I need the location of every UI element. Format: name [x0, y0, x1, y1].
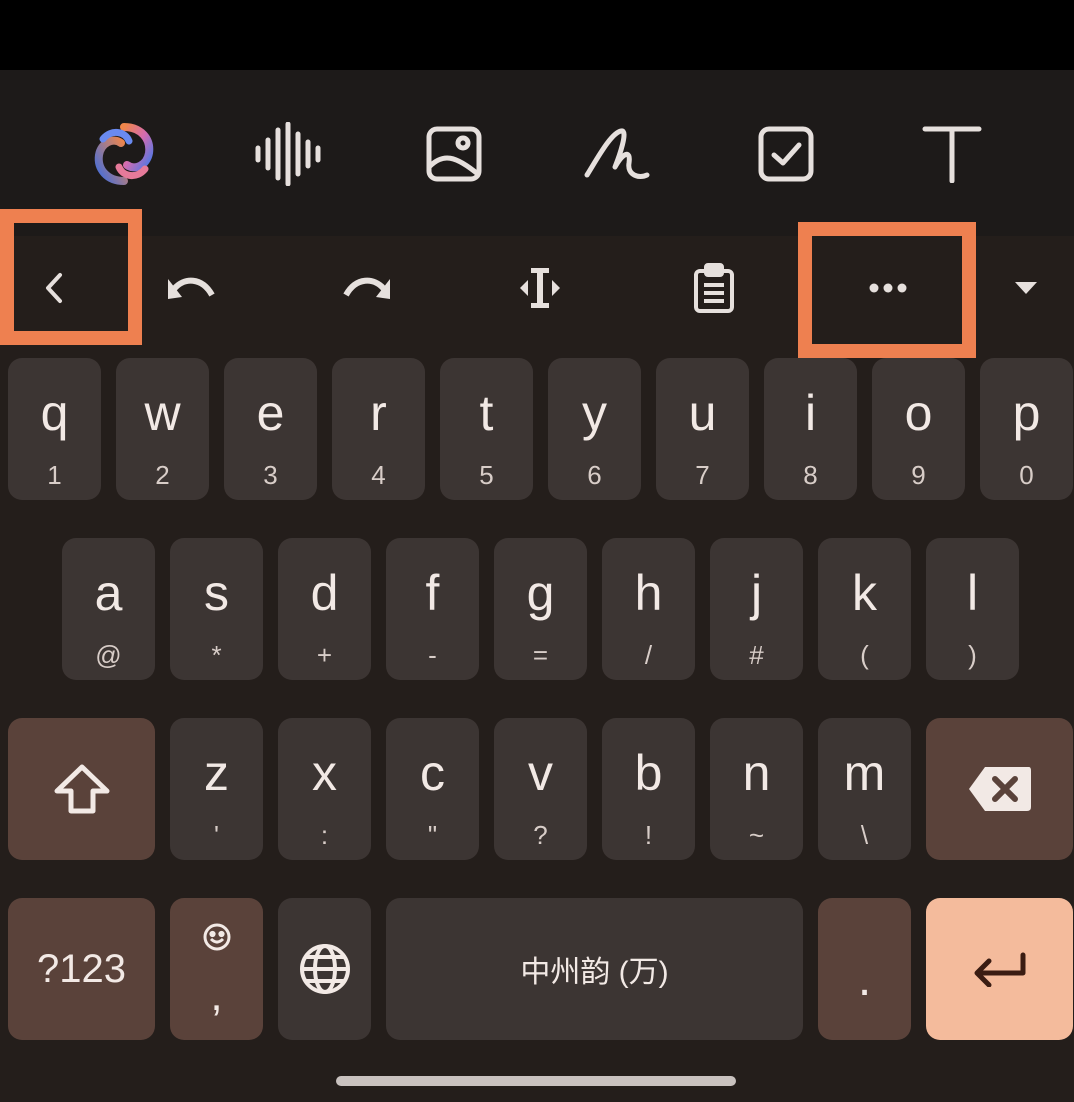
home-indicator[interactable] — [336, 1076, 736, 1086]
key-u[interactable]: u7 — [656, 358, 749, 500]
image-icon[interactable] — [418, 118, 490, 190]
more-options-icon[interactable] — [848, 258, 928, 318]
key-b[interactable]: b! — [602, 718, 695, 860]
key-m[interactable]: m \ — [818, 718, 911, 860]
enter-key[interactable] — [926, 898, 1073, 1040]
keyboard-panel: q1 w2 e3 r4 t5 y6 u7 i8 o9 p0 a @ s * d + f… — [0, 209, 1074, 1102]
emoji-icon — [203, 923, 230, 951]
key-e[interactable]: e3 — [224, 358, 317, 500]
comma-label: , — [210, 971, 223, 1020]
space-key[interactable]: 中州韵 (万) — [386, 898, 803, 1040]
cursor-move-icon[interactable] — [500, 258, 580, 318]
key-a[interactable]: a @ — [62, 538, 155, 680]
key-g[interactable]: g = — [494, 538, 587, 680]
key-n[interactable]: n ~ — [710, 718, 803, 860]
symbols-key[interactable]: ?123 — [8, 898, 155, 1040]
back-chevron-icon[interactable] — [14, 258, 94, 318]
key-k[interactable]: k( — [818, 538, 911, 680]
text-format-icon[interactable] — [916, 118, 988, 190]
backspace-key[interactable] — [926, 718, 1073, 860]
globe-key[interactable] — [278, 898, 371, 1040]
shift-key[interactable] — [8, 718, 155, 860]
voice-waveform-icon[interactable] — [252, 118, 324, 190]
key-t[interactable]: t5 — [440, 358, 533, 500]
key-l[interactable]: l) — [926, 538, 1019, 680]
collapse-keyboard-icon[interactable] — [986, 258, 1066, 318]
key-s[interactable]: s * — [170, 538, 263, 680]
backspace-icon — [968, 767, 1031, 811]
key-x[interactable]: x: — [278, 718, 371, 860]
key-v[interactable]: v? — [494, 718, 587, 860]
globe-icon — [299, 944, 350, 994]
app-toolbar — [0, 70, 1074, 236]
checklist-icon[interactable] — [750, 118, 822, 190]
key-y[interactable]: y6 — [548, 358, 641, 500]
symbols-key-label: ?123 — [37, 946, 126, 991]
key-j[interactable]: j # — [710, 538, 803, 680]
period-key[interactable]: . — [818, 898, 911, 1040]
key-z[interactable]: z ' — [170, 718, 263, 860]
key-h[interactable]: h / — [602, 538, 695, 680]
key-o[interactable]: o9 — [872, 358, 965, 500]
period-label: . — [857, 952, 872, 1006]
key-i[interactable]: i8 — [764, 358, 857, 500]
key-p[interactable]: p0 — [980, 358, 1073, 500]
assistant-logo-icon[interactable] — [88, 118, 160, 190]
space-key-label: 中州韵 (万) — [520, 956, 669, 989]
key-w[interactable]: w2 — [116, 358, 209, 500]
key-r[interactable]: r4 — [332, 358, 425, 500]
key-d[interactable]: d + — [278, 538, 371, 680]
emoji-comma-key[interactable]: , — [170, 898, 263, 1040]
shift-arrow-icon — [54, 764, 109, 814]
clipboard-icon[interactable] — [674, 258, 754, 318]
enter-arrow-icon — [974, 952, 1025, 987]
redo-icon[interactable] — [326, 258, 406, 318]
status-bar — [0, 0, 1074, 70]
handwriting-icon[interactable] — [582, 118, 654, 190]
undo-icon[interactable] — [152, 258, 232, 318]
key-c[interactable]: c " — [386, 718, 479, 860]
key-f[interactable]: f- — [386, 538, 479, 680]
key-q[interactable]: q1 — [8, 358, 101, 500]
